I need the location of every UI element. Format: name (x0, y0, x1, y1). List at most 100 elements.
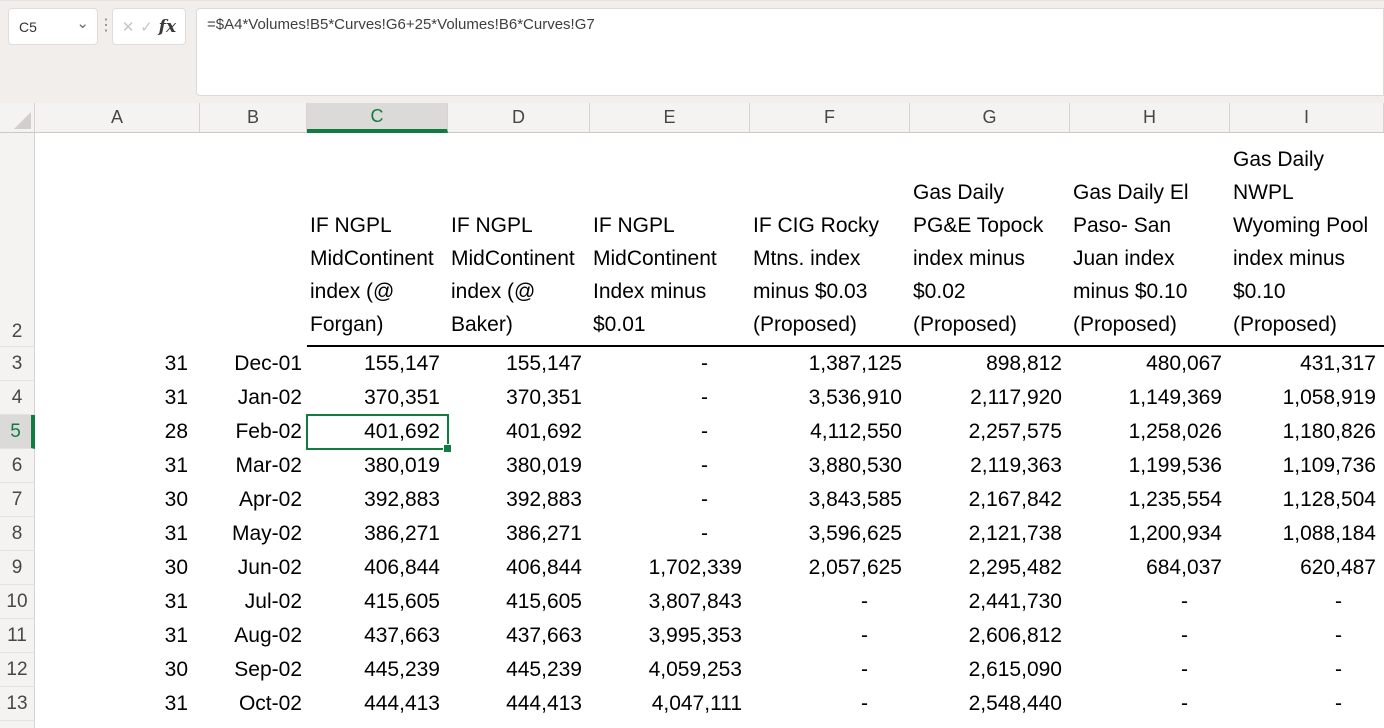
column-header-h[interactable]: H (1070, 103, 1230, 133)
cell[interactable]: 1,109,736 (1230, 449, 1384, 483)
cell[interactable]: - (750, 585, 910, 619)
cell[interactable]: Sep-02 (200, 653, 307, 687)
cell[interactable]: 3,995,353 (590, 619, 750, 653)
cell[interactable]: 2,167,842 (910, 483, 1070, 517)
row-header-11[interactable]: 11 (0, 619, 35, 653)
cell[interactable]: - (1070, 619, 1230, 653)
cell[interactable]: 1,702,339 (590, 551, 750, 585)
cell[interactable]: 2,119,363 (910, 449, 1070, 483)
row-header-5[interactable]: 5 (0, 415, 35, 449)
cell[interactable]: Aug-02 (200, 619, 307, 653)
cell[interactable]: 2,548,440 (910, 687, 1070, 721)
cell[interactable]: IF NGPL MidContinent Index minus $0.01 (590, 133, 750, 347)
cell[interactable]: 2,257,575 (910, 415, 1070, 449)
cell[interactable]: 31 (35, 347, 200, 381)
cell[interactable]: Jun-02 (200, 551, 307, 585)
cell[interactable]: 2,615,090 (910, 653, 1070, 687)
cell[interactable]: - (590, 347, 750, 381)
column-header-e[interactable]: E (590, 103, 750, 133)
cell[interactable]: 386,271 (448, 517, 590, 551)
cell[interactable]: 1,128,504 (1230, 483, 1384, 517)
name-box[interactable]: C5 ⌄ (8, 8, 98, 45)
cell[interactable]: 480,067 (1070, 347, 1230, 381)
column-header-g[interactable]: G (910, 103, 1070, 133)
chevron-down-icon[interactable]: ⌄ (76, 19, 89, 29)
cell[interactable]: 620,487 (1230, 551, 1384, 585)
column-header-b[interactable]: B (200, 103, 307, 133)
cell[interactable]: 31 (35, 381, 200, 415)
cell[interactable]: 1,199,536 (1070, 449, 1230, 483)
cell[interactable]: 2,606,812 (910, 619, 1070, 653)
cell[interactable]: 1,200,934 (1070, 517, 1230, 551)
cell[interactable] (200, 133, 307, 347)
cell[interactable]: - (1070, 653, 1230, 687)
cell[interactable]: 415,605 (307, 585, 448, 619)
formula-input[interactable]: =$A4*Volumes!B5*Curves!G6+25*Volumes!B6*… (196, 8, 1384, 96)
row-header-3[interactable]: 3 (0, 347, 35, 381)
cell[interactable]: 31 (35, 585, 200, 619)
cell[interactable]: 3,596,625 (750, 517, 910, 551)
cell[interactable]: 898,812 (910, 347, 1070, 381)
enter-icon[interactable]: ✓ (140, 18, 153, 36)
column-header-f[interactable]: F (750, 103, 910, 133)
cell[interactable]: 30 (35, 653, 200, 687)
cell[interactable]: 155,147 (307, 347, 448, 381)
row-header-9[interactable]: 9 (0, 551, 35, 585)
cell[interactable]: - (1230, 585, 1384, 619)
cell[interactable]: - (1230, 653, 1384, 687)
cell[interactable]: 444,413 (448, 687, 590, 721)
row-header-8[interactable]: 8 (0, 517, 35, 551)
selected-cell[interactable]: 401,692 (307, 415, 448, 449)
row-header-2[interactable]: 2 (0, 133, 35, 347)
cancel-icon[interactable]: ✕ (122, 18, 135, 36)
cell[interactable]: 4,059,253 (590, 653, 750, 687)
cell[interactable]: 31 (35, 687, 200, 721)
cell[interactable]: 1,058,919 (1230, 381, 1384, 415)
cell[interactable]: May-02 (200, 517, 307, 551)
cell[interactable]: 1,149,369 (1070, 381, 1230, 415)
select-all-button[interactable] (0, 103, 35, 133)
cell[interactable]: 1,387,125 (750, 347, 910, 381)
cell[interactable]: - (1070, 585, 1230, 619)
cell[interactable]: 392,883 (448, 483, 590, 517)
cell[interactable]: 386,271 (307, 517, 448, 551)
row-header-14[interactable] (0, 721, 35, 728)
cell[interactable]: 3,536,910 (750, 381, 910, 415)
cell[interactable]: - (590, 449, 750, 483)
cell[interactable]: 28 (35, 415, 200, 449)
cell[interactable]: 445,239 (307, 653, 448, 687)
cell[interactable]: 4,112,550 (750, 415, 910, 449)
row-header-12[interactable]: 12 (0, 653, 35, 687)
cell[interactable]: 31 (35, 517, 200, 551)
column-header-i[interactable]: I (1230, 103, 1384, 133)
cell[interactable]: Feb-02 (200, 415, 307, 449)
row-header-13[interactable]: 13 (0, 687, 35, 721)
cell[interactable]: 3,880,530 (750, 449, 910, 483)
cell[interactable]: 437,663 (307, 619, 448, 653)
cell[interactable]: - (590, 381, 750, 415)
cell[interactable]: IF NGPL MidContinent index (@ Baker) (448, 133, 590, 347)
cell[interactable]: 2,117,920 (910, 381, 1070, 415)
cell[interactable]: - (590, 483, 750, 517)
cell[interactable]: 2,057,625 (750, 551, 910, 585)
cell[interactable]: 406,844 (448, 551, 590, 585)
cell[interactable]: 380,019 (448, 449, 590, 483)
row-header-4[interactable]: 4 (0, 381, 35, 415)
cell[interactable]: - (590, 517, 750, 551)
cell[interactable]: 30 (35, 551, 200, 585)
cell[interactable]: 2,295,482 (910, 551, 1070, 585)
cell[interactable]: Mar-02 (200, 449, 307, 483)
cell[interactable]: Gas Daily El Paso- San Juan index minus … (1070, 133, 1230, 347)
cell[interactable]: 155,147 (448, 347, 590, 381)
column-header-a[interactable]: A (35, 103, 200, 133)
cell[interactable]: 2,441,730 (910, 585, 1070, 619)
cell[interactable]: Oct-02 (200, 687, 307, 721)
row-header-6[interactable]: 6 (0, 449, 35, 483)
cell[interactable]: 401,692 (448, 415, 590, 449)
cell[interactable]: - (750, 687, 910, 721)
cell[interactable]: 3,807,843 (590, 585, 750, 619)
cell[interactable]: 406,844 (307, 551, 448, 585)
cell[interactable]: 437,663 (448, 619, 590, 653)
cell[interactable]: 30 (35, 483, 200, 517)
row-header-7[interactable]: 7 (0, 483, 35, 517)
